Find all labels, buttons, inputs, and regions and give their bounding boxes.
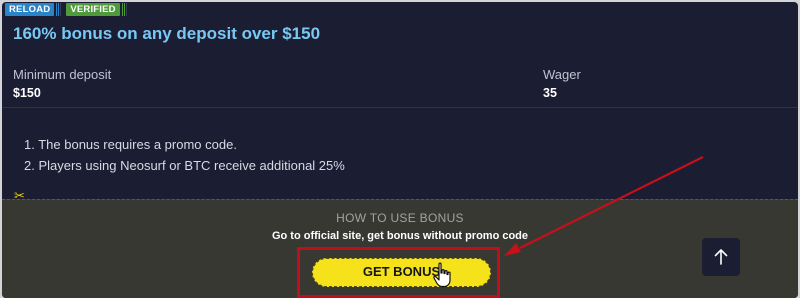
how-to-use-subtitle: Go to official site, get bonus without p… (271, 230, 529, 242)
verified-badge: VERIFIED (66, 3, 120, 16)
badge-group: RELOAD VERIFIED (5, 2, 132, 17)
how-to-use-title: HOW TO USE BONUS (336, 211, 464, 225)
pointer-hand-icon (433, 262, 451, 288)
min-deposit-label: Minimum deposit (13, 67, 112, 82)
scroll-to-top-button[interactable] (702, 238, 740, 276)
reload-badge: RELOAD (5, 3, 55, 16)
bonus-card: RELOAD VERIFIED 160% bonus on any deposi… (2, 2, 798, 298)
offer-stats: Minimum deposit $150 Wager 35 (2, 58, 798, 108)
list-item: 2. Players using Neosurf or BTC receive … (24, 158, 345, 173)
how-to-use-panel: HOW TO USE BONUS Go to official site, ge… (2, 199, 798, 298)
terms-list: 1. The bonus requires a promo code. 2. P… (24, 137, 345, 179)
badge-divider (121, 3, 128, 16)
offer-title: 160% bonus on any deposit over $150 (13, 24, 321, 43)
list-item: 1. The bonus requires a promo code. (24, 137, 237, 152)
badge-divider (56, 3, 62, 16)
wager-label: Wager (543, 67, 581, 82)
get-bonus-button[interactable]: GET BONUS (312, 258, 491, 287)
min-deposit-value: $150 (13, 86, 41, 100)
wager-value: 35 (543, 86, 557, 100)
arrow-up-icon (714, 249, 728, 265)
highlight-frame: GET BONUS (297, 247, 500, 298)
